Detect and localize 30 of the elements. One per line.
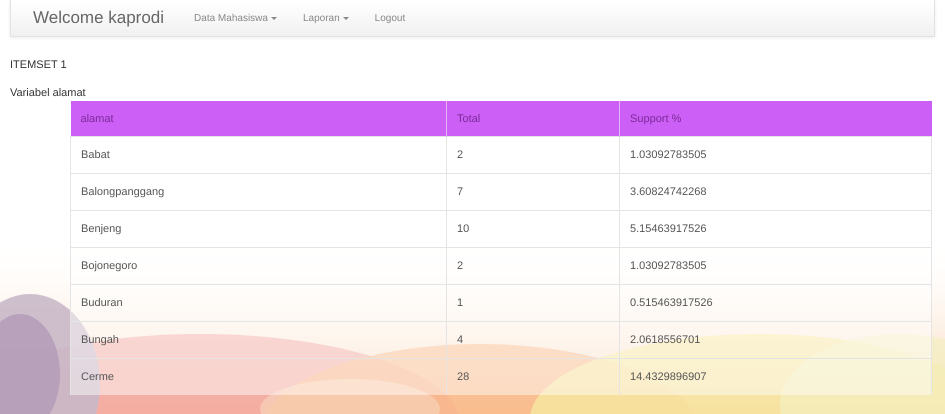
- table-cell: 3.60824742268: [620, 174, 932, 210]
- column-header: Total: [446, 101, 620, 136]
- table-cell: 2.0618556701: [620, 322, 932, 358]
- table-cell: Balongpanggang: [70, 174, 446, 210]
- table-cell: 5.15463917526: [620, 210, 932, 248]
- itemset-heading: ITEMSET 1: [10, 59, 68, 71]
- table-cell: 28: [446, 358, 620, 395]
- nav-link[interactable]: Logout: [374, 12, 406, 24]
- column-header: Support %: [620, 101, 932, 136]
- table-cell: Bojonegoro: [70, 248, 446, 284]
- table-cell: Buduran: [70, 284, 446, 322]
- column-header: alamat: [70, 101, 446, 136]
- table-cell: 10: [446, 210, 620, 248]
- table-cell: 1: [446, 284, 620, 322]
- table-cell: 7: [446, 174, 620, 210]
- table-cell: 0.515463917526: [620, 284, 932, 322]
- table-cell: Bungah: [70, 322, 446, 358]
- table-title: Variabel alamat: [10, 87, 87, 99]
- table-cell: Babat: [70, 136, 446, 174]
- table-cell: 1.03092783505: [620, 248, 932, 284]
- table-cell: 4: [446, 322, 620, 358]
- table-cell: 2: [446, 248, 620, 284]
- table-cell: Benjeng: [70, 210, 446, 248]
- table-cell: 14.4329896907: [620, 358, 932, 395]
- nav-link[interactable]: Laporan: [302, 12, 349, 24]
- table-cell: 1.03092783505: [620, 136, 932, 174]
- brand-link[interactable]: Welcome kaprodi: [33, 8, 164, 28]
- nav-link[interactable]: Data Mahasiswa: [194, 12, 277, 24]
- table-cell: Cerme: [70, 358, 446, 395]
- table-cell: 2: [446, 136, 620, 174]
